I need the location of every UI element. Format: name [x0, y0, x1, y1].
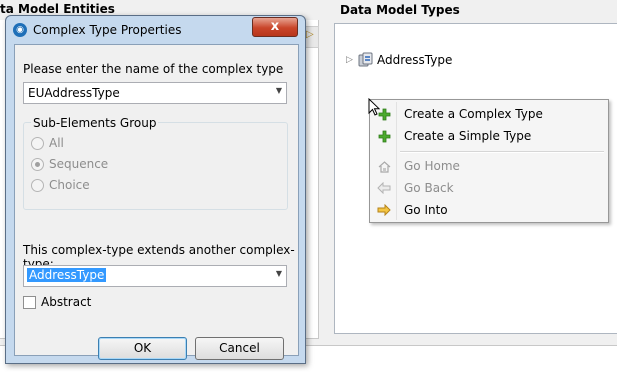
- app-logo-icon: ◉: [13, 23, 27, 37]
- tree-item-label: AddressType: [377, 52, 453, 67]
- complex-type-icon: [358, 52, 373, 67]
- type-name-combo[interactable]: EUAddressType ▼: [23, 82, 287, 104]
- abstract-label: Abstract: [41, 295, 92, 309]
- forward-arrow-icon: [372, 199, 396, 221]
- dialog-titlebar[interactable]: ◉ Complex Type Properties x: [6, 16, 305, 44]
- menu-item-label: Go Back: [404, 181, 454, 195]
- extends-type-value: AddressType: [25, 267, 108, 283]
- mouse-pointer-icon: [368, 97, 381, 119]
- extends-type-combo[interactable]: AddressType ▼: [23, 265, 287, 287]
- radio-all[interactable]: All: [31, 136, 64, 150]
- name-prompt-label: Please enter the name of the complex typ…: [23, 62, 284, 76]
- context-menu: Create a Complex Type Create a Simple Ty…: [369, 99, 609, 223]
- radio-button[interactable]: [31, 157, 44, 171]
- type-name-value: EUAddressType: [28, 86, 120, 100]
- dialog-body: Please enter the name of the complex typ…: [14, 44, 299, 360]
- types-filter-field[interactable]: [334, 23, 617, 47]
- chevron-down-icon[interactable]: ▼: [276, 269, 282, 278]
- back-arrow-icon: [372, 177, 396, 199]
- menu-item-label: Go Home: [404, 159, 460, 173]
- tree-item-addresstype[interactable]: ▷ AddressType: [346, 52, 452, 67]
- menu-item-label: Create a Simple Type: [404, 129, 532, 143]
- radio-label: Sequence: [49, 157, 109, 171]
- menu-item-create-complex-type[interactable]: Create a Complex Type: [372, 103, 606, 125]
- radio-sequence[interactable]: Sequence: [31, 157, 108, 171]
- types-panel-title: Data Model Types: [340, 3, 460, 17]
- complex-type-properties-dialog: ◉ Complex Type Properties x Please enter…: [5, 15, 306, 364]
- menu-item-create-simple-type[interactable]: Create a Simple Type: [372, 125, 606, 147]
- radio-choice[interactable]: Choice: [31, 178, 90, 192]
- green-plus-icon: [372, 125, 396, 147]
- menu-item-go-back[interactable]: Go Back: [372, 177, 606, 199]
- abstract-checkbox-row[interactable]: Abstract: [23, 295, 91, 309]
- radio-button[interactable]: [31, 178, 44, 192]
- expand-triangle-icon[interactable]: ▷: [346, 55, 354, 65]
- entities-panel-title: ta Model Entities: [0, 2, 115, 16]
- home-icon: [372, 155, 396, 177]
- radio-label: Choice: [49, 178, 90, 192]
- menu-item-go-into[interactable]: Go Into: [372, 199, 606, 221]
- group-title: Sub-Elements Group: [31, 116, 159, 130]
- radio-button[interactable]: [31, 136, 44, 150]
- menu-item-label: Create a Complex Type: [404, 107, 543, 121]
- close-button[interactable]: x: [252, 17, 298, 37]
- menu-separator: [400, 151, 604, 153]
- abstract-checkbox[interactable]: [23, 295, 36, 309]
- menu-item-label: Go Into: [404, 203, 448, 217]
- dialog-title: Complex Type Properties: [33, 23, 182, 37]
- ok-button[interactable]: OK: [98, 337, 187, 360]
- sub-elements-group: Sub-Elements Group All Sequence Choice: [23, 116, 288, 210]
- menu-item-go-home[interactable]: Go Home: [372, 155, 606, 177]
- chevron-down-icon[interactable]: ▼: [276, 86, 282, 95]
- cancel-button[interactable]: Cancel: [195, 337, 284, 360]
- radio-label: All: [49, 136, 64, 150]
